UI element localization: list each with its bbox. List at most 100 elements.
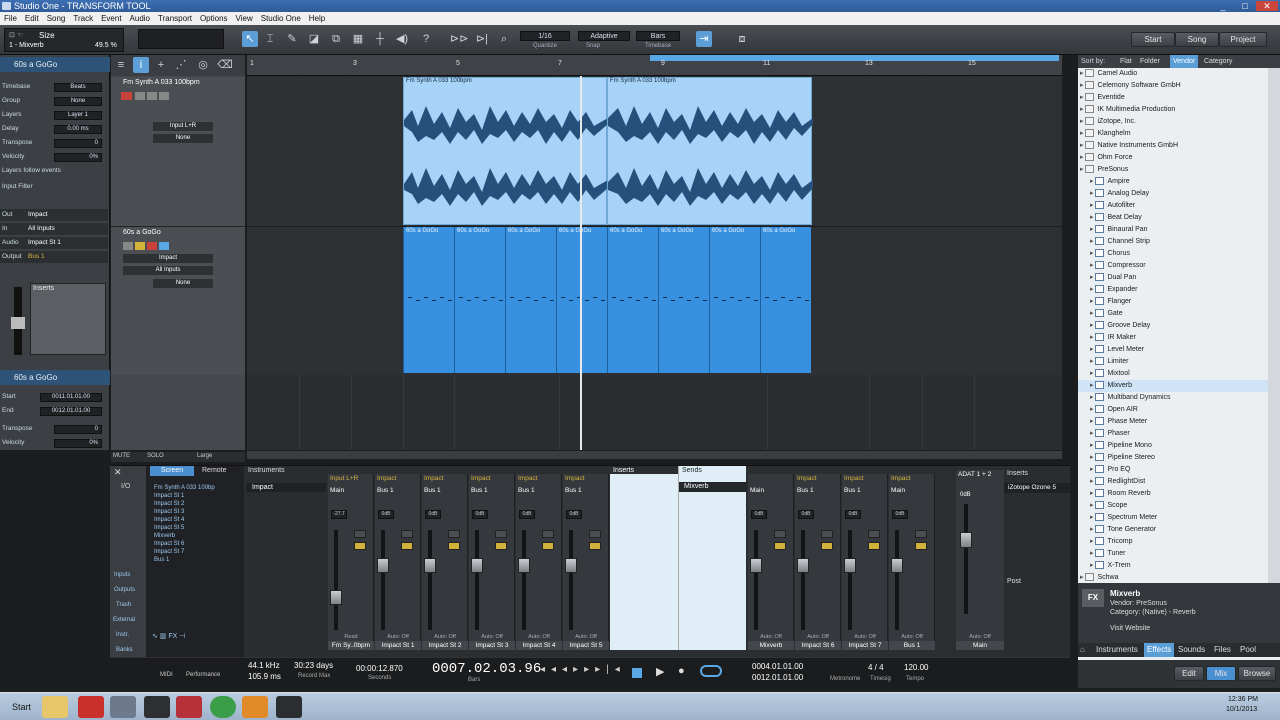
plugin-item[interactable]: ▸ Analog Delay bbox=[1078, 188, 1268, 200]
tab-pool[interactable]: Pool bbox=[1240, 643, 1256, 657]
banks-button[interactable]: Banks bbox=[116, 647, 133, 653]
plugin-item[interactable]: ▸ X-Trem bbox=[1078, 560, 1268, 572]
tab-files[interactable]: Files bbox=[1214, 643, 1231, 657]
range-tool-icon[interactable]: ⌶ bbox=[262, 31, 278, 47]
project-button[interactable]: Project bbox=[1219, 32, 1267, 47]
play-icon[interactable]: ▶ bbox=[656, 665, 664, 678]
sort-flat[interactable]: Flat bbox=[1120, 55, 1132, 68]
solo-icon[interactable] bbox=[159, 92, 169, 100]
song-button[interactable]: Song bbox=[1175, 32, 1219, 47]
vendor-folder[interactable]: ▸ Celemony Software GmbH bbox=[1078, 80, 1268, 92]
snap-value[interactable]: Adaptive bbox=[578, 31, 630, 41]
automation-mode[interactable]: Read bbox=[328, 633, 374, 641]
volume-fader[interactable] bbox=[518, 530, 530, 630]
mute-icon[interactable] bbox=[135, 242, 145, 250]
solo-icon[interactable] bbox=[159, 242, 169, 250]
instr-button[interactable]: Instr. bbox=[116, 632, 129, 638]
solo-button[interactable] bbox=[448, 542, 460, 550]
row-value[interactable]: 0012.01.01.00 bbox=[40, 406, 102, 416]
track-header-1[interactable]: Fm Synth A 033 100bpm Input L+R None bbox=[111, 77, 245, 227]
mute-button[interactable] bbox=[354, 530, 366, 538]
volume-fader[interactable] bbox=[891, 530, 903, 630]
wave-icon[interactable]: ∿ ▥ FX ⊣ bbox=[152, 632, 185, 640]
mute-tool-icon[interactable]: ▦ bbox=[350, 31, 366, 47]
automation-mode[interactable]: Auto: Off bbox=[422, 633, 468, 641]
midi-event[interactable]: 60s a GoGo bbox=[505, 227, 556, 373]
mute-all-button[interactable]: MUTE bbox=[113, 453, 130, 459]
plugin-item[interactable]: ▸ Pipeline Mono bbox=[1078, 440, 1268, 452]
track-name[interactable]: Fm Synth A 033 100bpm bbox=[123, 79, 200, 86]
channel-list-item[interactable]: Impact St 5 bbox=[154, 524, 244, 532]
row-value[interactable]: 0% bbox=[54, 152, 102, 162]
audio-event-2[interactable]: Fm Synth A 033 100bpm bbox=[607, 77, 813, 225]
strip-output[interactable]: Main bbox=[330, 486, 372, 495]
volume-fader[interactable] bbox=[471, 530, 483, 630]
mute-button[interactable] bbox=[915, 530, 927, 538]
mute-button[interactable] bbox=[448, 530, 460, 538]
channel-list-item[interactable]: Mixverb bbox=[154, 532, 244, 540]
midi-event[interactable]: 60s a GoGo bbox=[454, 227, 505, 373]
ripple-icon[interactable]: ◎ bbox=[195, 57, 211, 73]
track-size-select[interactable]: Large bbox=[197, 453, 212, 459]
inspector-icon[interactable]: i bbox=[133, 57, 149, 73]
browse-view-button[interactable]: Browse bbox=[1238, 666, 1276, 681]
arrow-tool-icon[interactable]: ↖ bbox=[242, 31, 258, 47]
mute-icon[interactable] bbox=[147, 92, 157, 100]
vendor-folder[interactable]: ▸ Native Instruments GmbH bbox=[1078, 140, 1268, 152]
vendor-folder[interactable]: ▸ iZotope, Inc. bbox=[1078, 116, 1268, 128]
folder-icon[interactable]: ⌫ bbox=[217, 57, 233, 73]
strip-output[interactable]: Bus 1 bbox=[797, 486, 839, 495]
strip-output[interactable]: Bus 1 bbox=[844, 486, 886, 495]
plugin-item[interactable]: ▸ IR Maker bbox=[1078, 332, 1268, 344]
time-bars[interactable]: 0007.02.03.96 bbox=[432, 661, 541, 677]
plugin-item[interactable]: ▸ Phaser bbox=[1078, 428, 1268, 440]
menu-track[interactable]: Track bbox=[69, 12, 97, 25]
track-instrument[interactable]: Impact bbox=[123, 254, 213, 263]
send-mixverb[interactable]: Mixverb bbox=[679, 482, 747, 492]
horizontal-scrollbar[interactable] bbox=[247, 451, 1062, 459]
split-tool-icon[interactable]: ✎ bbox=[284, 31, 300, 47]
automation-mode[interactable]: Auto: Off bbox=[375, 633, 421, 641]
audio-event-1[interactable]: Fm Synth A 033 100bpm bbox=[403, 77, 608, 225]
channel-list-item[interactable]: Impact St 3 bbox=[154, 508, 244, 516]
row-value[interactable]: Layer 1 bbox=[54, 110, 102, 120]
midi-event[interactable]: 60s a GoGo bbox=[709, 227, 760, 373]
outputs-button[interactable]: Outputs bbox=[114, 587, 135, 593]
performance-label[interactable]: Performance bbox=[186, 672, 220, 678]
plugin-item[interactable]: ▸ Gate bbox=[1078, 308, 1268, 320]
solo-button[interactable] bbox=[495, 542, 507, 550]
quantize-value[interactable]: 1/16 bbox=[520, 31, 570, 41]
menu-audio[interactable]: Audio bbox=[126, 12, 154, 25]
app-icon-5[interactable] bbox=[176, 696, 202, 718]
channel-list-item[interactable]: Impact St 4 bbox=[154, 516, 244, 524]
menu-studio-one[interactable]: Studio One bbox=[257, 12, 305, 25]
main-fader[interactable] bbox=[960, 504, 972, 614]
edit-view-button[interactable]: Edit bbox=[1174, 666, 1204, 681]
solo-button[interactable] bbox=[354, 542, 366, 550]
start-button[interactable]: Start bbox=[1131, 32, 1175, 47]
channel-list-item[interactable]: Bus 1 bbox=[154, 556, 244, 564]
vendor-folder[interactable]: ▸ PreSonus bbox=[1078, 164, 1268, 176]
volume-fader[interactable] bbox=[330, 530, 342, 630]
track-input[interactable]: All Inputs bbox=[123, 266, 213, 275]
home-icon[interactable]: ⌂ bbox=[1080, 643, 1085, 657]
app-icon-3[interactable] bbox=[110, 696, 136, 718]
automation-mode[interactable]: Auto: Off bbox=[795, 633, 841, 641]
plugin-item[interactable]: ▸ RedlightDist bbox=[1078, 476, 1268, 488]
inserts-box[interactable]: Inserts bbox=[30, 283, 106, 355]
timesig[interactable]: 4 / 4 bbox=[868, 663, 884, 672]
automation-mode[interactable]: Auto: Off bbox=[516, 633, 562, 641]
plugin-item[interactable]: ▸ Autofilter bbox=[1078, 200, 1268, 212]
automation-mode[interactable]: Auto: Off bbox=[469, 633, 515, 641]
automation-mode[interactable]: Auto: Off bbox=[842, 633, 888, 641]
strip-output[interactable]: Bus 1 bbox=[565, 486, 607, 495]
add-track-icon[interactable]: + bbox=[153, 57, 169, 73]
rewind-controls-icon[interactable]: ◂◂◂▸▸▸|◂ bbox=[540, 664, 626, 675]
solo-button[interactable] bbox=[542, 542, 554, 550]
studio-one-icon[interactable] bbox=[276, 696, 302, 718]
tab-sounds[interactable]: Sounds bbox=[1178, 643, 1205, 657]
layers-follow-row[interactable]: Layers follow events bbox=[0, 165, 108, 177]
trash-button[interactable]: Trash bbox=[116, 602, 131, 608]
solo-button[interactable] bbox=[589, 542, 601, 550]
solo-button[interactable] bbox=[915, 542, 927, 550]
